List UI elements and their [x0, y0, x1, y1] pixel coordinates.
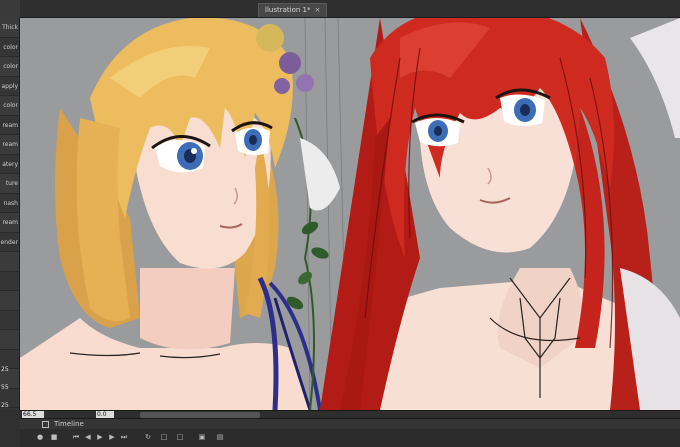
- sub-tool-item[interactable]: [0, 291, 19, 311]
- next-frame-icon[interactable]: ▶: [108, 433, 116, 441]
- sub-tool-item[interactable]: [0, 252, 19, 272]
- close-icon[interactable]: ×: [314, 6, 320, 14]
- sub-tool-item[interactable]: apply: [0, 77, 19, 96]
- brush-size-value[interactable]: 55: [1, 384, 9, 391]
- sub-tool-item[interactable]: [0, 272, 19, 291]
- timeline-title[interactable]: Timeline: [54, 420, 84, 429]
- menu-corner: [0, 0, 20, 18]
- last-frame-icon[interactable]: ⏭: [120, 433, 128, 441]
- navigator-corner: [0, 410, 20, 447]
- sub-tool-item[interactable]: atery: [0, 155, 19, 174]
- brush-size-value[interactable]: 25: [1, 402, 9, 409]
- sub-tool-item[interactable]: [0, 330, 19, 350]
- canvas-status-bar: 66.5 0.0: [20, 410, 680, 419]
- delete-frame-icon[interactable]: □: [176, 433, 184, 441]
- tool-property-panel: Thick color color apply color ream ream …: [0, 18, 20, 410]
- sub-tool-item[interactable]: color: [0, 38, 19, 57]
- first-frame-icon[interactable]: ⏮: [72, 433, 80, 441]
- sub-tool-item[interactable]: color: [0, 57, 19, 77]
- sub-tool-item[interactable]: ream: [0, 116, 19, 135]
- drawing-canvas[interactable]: [20, 18, 680, 410]
- sub-tool-item[interactable]: [0, 311, 19, 330]
- timeline-panel-header: Timeline: [20, 418, 680, 429]
- artwork: [20, 18, 680, 410]
- play-icon[interactable]: ▶: [96, 433, 104, 441]
- onion-skin-icon[interactable]: ▣: [198, 433, 206, 441]
- sub-tool-item[interactable]: ender: [0, 233, 19, 252]
- loop-icon[interactable]: ↻: [144, 433, 152, 441]
- settings-icon[interactable]: ▤: [216, 433, 224, 441]
- add-frame-icon[interactable]: □: [160, 433, 168, 441]
- document-tab-label: llustration 1*: [265, 6, 311, 14]
- record-icon[interactable]: ●: [36, 433, 44, 441]
- panel-icon: [42, 421, 49, 428]
- sub-tool-item[interactable]: ream: [0, 135, 19, 155]
- sub-tool-item[interactable]: ture: [0, 174, 19, 194]
- brush-size-value[interactable]: 25: [1, 366, 9, 373]
- sub-tool-item[interactable]: ream: [0, 213, 19, 233]
- menu-bar: llustration 1* ×: [0, 0, 680, 18]
- sub-tool-item[interactable]: Thick: [0, 18, 19, 38]
- sub-tool-item[interactable]: color: [0, 96, 19, 116]
- document-tab[interactable]: llustration 1* ×: [258, 3, 328, 17]
- stop-icon[interactable]: ■: [50, 433, 58, 441]
- sub-tool-item[interactable]: nash: [0, 194, 19, 213]
- prev-frame-icon[interactable]: ◀: [84, 433, 92, 441]
- timeline-toolbar: ● ■ ⏮ ◀ ▶ ▶ ⏭ ↻ □ □ ▣ ▤: [20, 429, 680, 447]
